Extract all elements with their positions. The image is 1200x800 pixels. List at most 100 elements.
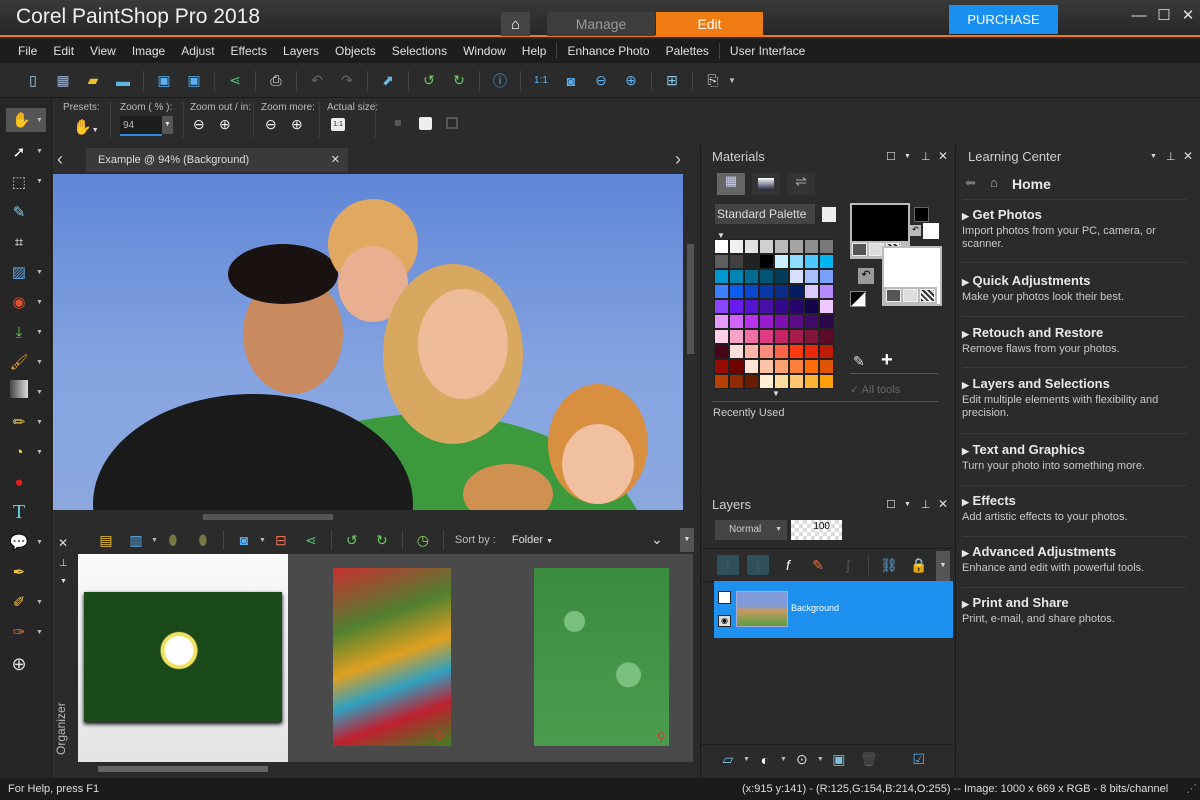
chevron-down-icon[interactable]: ▼	[36, 389, 43, 396]
tab-manage[interactable]: Manage	[547, 12, 655, 36]
minimize-button[interactable]: —	[1128, 6, 1150, 26]
pen-tool[interactable]: ✒	[6, 560, 32, 584]
chevron-down-icon[interactable]: ▼	[1150, 153, 1157, 160]
color-swatch[interactable]	[819, 269, 834, 284]
text-tool[interactable]: T	[6, 500, 32, 524]
close-icon[interactable]: ✕	[938, 497, 948, 511]
menu-effects[interactable]: Effects	[231, 44, 267, 58]
zoom-out-icon[interactable]: ⊖	[590, 71, 612, 91]
move-layer-down-icon[interactable]: ↓	[747, 555, 769, 575]
thumbnail-white-flower[interactable]	[78, 554, 288, 762]
chevron-down-icon[interactable]: ▼	[36, 629, 43, 636]
color-swatch[interactable]	[714, 344, 729, 359]
color-swatch[interactable]	[789, 344, 804, 359]
learning-item-retouch-restore[interactable]: ▶ Retouch and Restore Remove flaws from …	[962, 325, 1187, 368]
menu-view[interactable]: View	[90, 44, 116, 58]
color-swatch[interactable]	[714, 374, 729, 389]
color-swatch[interactable]	[789, 254, 804, 269]
color-swatch[interactable]	[804, 374, 819, 389]
color-swatch[interactable]	[744, 329, 759, 344]
chevron-down-icon[interactable]: ▼	[728, 76, 736, 85]
new-icon[interactable]: ▯	[22, 71, 44, 91]
menu-palettes[interactable]: Palettes	[666, 44, 709, 58]
layer-fx-icon[interactable]: f	[777, 555, 799, 575]
reset-colors-icon[interactable]	[850, 291, 866, 307]
color-swatch[interactable]	[759, 314, 774, 329]
menu-window[interactable]: Window	[463, 44, 506, 58]
color-swatch[interactable]	[714, 329, 729, 344]
color-swatch[interactable]	[789, 284, 804, 299]
shape-tool[interactable]: 💬	[6, 530, 32, 554]
color-swatch[interactable]	[819, 239, 834, 254]
color-swatch[interactable]	[804, 359, 819, 374]
menu-file[interactable]: File	[18, 44, 37, 58]
color-swatch[interactable]	[759, 374, 774, 389]
chevron-down-icon[interactable]: ▼	[780, 756, 787, 763]
close-button[interactable]: ✕	[1177, 6, 1199, 26]
chevron-down-icon[interactable]: ▼	[36, 449, 43, 456]
color-swatch[interactable]	[819, 374, 834, 389]
color-swatch[interactable]	[729, 284, 744, 299]
visibility-eye-icon[interactable]: ◉	[718, 615, 731, 627]
fit-window-icon[interactable]: ◙	[560, 71, 582, 91]
learning-item-quick-adjustments[interactable]: ▶ Quick Adjustments Make your photos loo…	[962, 273, 1187, 317]
chevron-down-icon[interactable]: ▼	[743, 756, 750, 763]
color-swatch[interactable]	[744, 374, 759, 389]
tab-edit[interactable]: Edit	[656, 12, 763, 36]
color-swatch[interactable]	[729, 254, 744, 269]
canvas-hscroll[interactable]	[53, 510, 683, 524]
palette-options-icon[interactable]	[822, 207, 836, 222]
chevron-down-icon[interactable]: ▼	[904, 153, 911, 160]
color-swatch[interactable]	[729, 239, 744, 254]
color-swatch[interactable]	[804, 254, 819, 269]
menu-objects[interactable]: Objects	[335, 44, 376, 58]
group-icon[interactable]: ▣	[828, 750, 850, 770]
collapse-icon[interactable]: ⌄	[651, 531, 663, 548]
color-swatch[interactable]	[804, 284, 819, 299]
flood-fill-tool[interactable]: ◔	[6, 440, 32, 464]
time-machine-icon[interactable]: ◷	[412, 530, 434, 550]
red-eye-tool[interactable]: ◉	[6, 290, 32, 314]
image-canvas[interactable]	[53, 174, 683, 510]
color-button[interactable]	[852, 243, 867, 256]
pin-icon[interactable]: ⊥	[921, 150, 931, 163]
paste-icon[interactable]: ⎘	[702, 71, 724, 91]
color-swatch[interactable]	[804, 299, 819, 314]
chevron-down-icon[interactable]: ▼	[817, 756, 824, 763]
learning-item-layers-selections[interactable]: ▶ Layers and Selections Edit multiple el…	[962, 376, 1187, 434]
straighten-tool[interactable]: ▨	[6, 260, 32, 284]
chevron-down-icon[interactable]: ▼	[36, 299, 43, 306]
add-swatch-icon[interactable]: +	[881, 349, 893, 372]
color-swatch[interactable]	[819, 359, 834, 374]
color-swatch[interactable]	[819, 299, 834, 314]
scroll-thumb[interactable]	[203, 514, 333, 520]
zoom-input[interactable]: 94	[120, 116, 162, 136]
pin-icon[interactable]: ⊥	[59, 558, 68, 569]
rotate-left-icon[interactable]: ↺	[418, 71, 440, 91]
color-swatch[interactable]	[804, 329, 819, 344]
makeover-tool[interactable]: ⤓	[6, 320, 32, 344]
palette-select[interactable]: Standard Palette ▼	[715, 204, 815, 240]
close-icon[interactable]: ✕	[938, 149, 948, 163]
menu-adjust[interactable]: Adjust	[181, 44, 214, 58]
color-swatch[interactable]	[759, 254, 774, 269]
eraser-tool[interactable]: ✏	[6, 410, 32, 434]
scroll-thumb[interactable]	[687, 244, 694, 354]
move-layer-up-icon[interactable]: ↑	[717, 555, 739, 575]
background-swatch-small[interactable]	[923, 223, 939, 239]
chevron-down-icon[interactable]: ▼	[259, 537, 266, 544]
dropper-icon[interactable]: ✎	[853, 353, 865, 370]
color-swatch[interactable]	[804, 239, 819, 254]
color-swatch[interactable]	[789, 374, 804, 389]
split-icon[interactable]	[446, 117, 458, 129]
color-swatch[interactable]	[789, 329, 804, 344]
scroll-thumb[interactable]	[98, 766, 268, 772]
organizer-hscroll[interactable]	[78, 764, 693, 774]
menu-user-interface[interactable]: User Interface	[730, 44, 805, 58]
zoom-in-button[interactable]: ⊕	[219, 116, 231, 133]
info-icon[interactable]: ⓘ	[489, 71, 511, 91]
color-swatch[interactable]	[774, 344, 789, 359]
organizer-menu-button[interactable]: ▼	[680, 528, 694, 552]
chevron-down-icon[interactable]: ▼	[36, 269, 43, 276]
color-swatch[interactable]	[804, 269, 819, 284]
